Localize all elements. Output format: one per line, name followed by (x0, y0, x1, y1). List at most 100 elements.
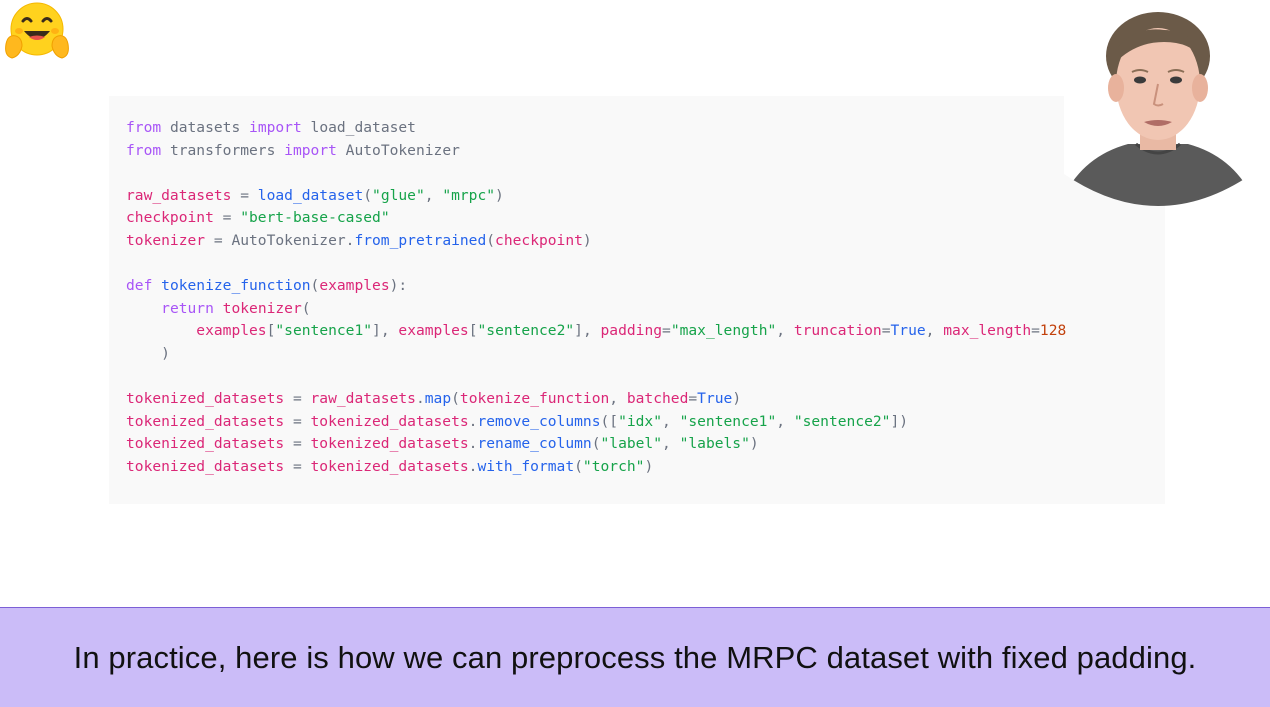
code-token: AutoTokenizer. (231, 231, 355, 249)
code-token: tokenized_datasets (126, 457, 285, 475)
subtitle-bar: In practice, here is how we can preproce… (0, 607, 1270, 707)
code-token: def (126, 277, 153, 295)
code-token: load_dataset (301, 119, 416, 136)
code-token: from (126, 119, 162, 136)
code-token: tokenized_datasets (126, 412, 285, 430)
code-token: ) (749, 435, 759, 453)
code-token: batched (626, 390, 689, 408)
code-token: "sentence1" (275, 322, 373, 340)
code-line: checkpoint = "bert-base-cased" (126, 207, 1066, 230)
code-token: ( (301, 299, 311, 317)
code-token: . (415, 390, 425, 408)
code-token: , (925, 322, 944, 340)
code-block: from datasets import load_dataset from tr… (126, 117, 1066, 479)
code-token: transformers (161, 141, 285, 159)
code-line: from datasets import load_dataset (126, 117, 1066, 140)
code-token: tokenizer (126, 231, 206, 249)
code-token: "mrpc" (442, 186, 496, 204)
code-token: ( (591, 435, 601, 453)
code-token: examples (398, 322, 469, 340)
code-token: "torch" (582, 457, 645, 475)
code-line: raw_datasets = load_dataset("glue", "mrp… (126, 185, 1066, 208)
code-token: ([ (600, 412, 619, 430)
code-line: tokenized_datasets = tokenized_datasets.… (126, 456, 1066, 479)
code-token: tokenized_datasets (126, 435, 285, 453)
code-token: from_pretrained (354, 231, 487, 249)
code-token: True (697, 390, 733, 408)
code-token: return (161, 299, 214, 317)
code-token: "label" (600, 435, 663, 453)
code-token: ( (451, 390, 460, 408)
code-token: ( (310, 277, 320, 295)
code-token: ): (389, 277, 408, 295)
code-token: examples (196, 322, 267, 340)
code-line: tokenized_datasets = raw_datasets.map(to… (126, 388, 1066, 411)
code-token: map (424, 390, 452, 408)
code-token: ]) (890, 412, 909, 430)
code-token: tokenize_function (161, 277, 311, 295)
code-token: , (662, 412, 680, 430)
code-line: return tokenizer( (126, 298, 1066, 321)
code-token: raw_datasets (126, 186, 232, 204)
code-line: tokenized_datasets = tokenized_datasets.… (126, 411, 1066, 434)
code-token: import (284, 141, 337, 159)
code-token: ) (495, 186, 504, 204)
code-token: load_dataset (257, 186, 364, 204)
code-token: = (213, 209, 241, 227)
code-token: datasets (161, 119, 250, 136)
code-token: = (662, 322, 671, 340)
code-line: def tokenize_function(examples): (126, 275, 1066, 298)
code-token: ) (644, 457, 654, 475)
video-frame: from datasets import load_dataset from tr… (0, 0, 1270, 707)
code-token: , (424, 186, 443, 204)
code-token: = (231, 186, 258, 204)
code-token: truncation (793, 322, 882, 340)
code-token: "bert-base-cased" (240, 209, 390, 227)
code-token: AutoTokenizer (336, 141, 460, 159)
code-token: raw_datasets (310, 390, 416, 408)
code-line: tokenizer = AutoTokenizer.from_pretraine… (126, 230, 1066, 253)
code-token: tokenizer (222, 299, 302, 317)
code-token: padding (600, 322, 663, 340)
code-line: from transformers import AutoTokenizer (126, 140, 1066, 163)
code-token: , (776, 322, 794, 340)
code-line: ) (126, 343, 1066, 366)
code-token: import (249, 119, 302, 136)
code-token: , (662, 435, 680, 453)
subtitle-text: In practice, here is how we can preproce… (73, 639, 1197, 675)
code-token: , (776, 412, 794, 430)
code-token: from (126, 141, 162, 159)
code-token: = (284, 390, 311, 408)
code-token: "labels" (679, 435, 750, 453)
code-token: max_length (943, 322, 1032, 340)
code-token: with_format (477, 457, 575, 475)
code-token: checkpoint (495, 231, 583, 249)
code-token: "sentence2" (793, 412, 891, 430)
code-token: = (205, 231, 232, 249)
code-token: tokenized_datasets (310, 435, 469, 453)
code-token: = (284, 412, 311, 430)
code-token: ) (126, 344, 170, 362)
code-line: tokenized_datasets = tokenized_datasets.… (126, 433, 1066, 456)
code-token: True (890, 322, 926, 340)
code-token: "glue" (372, 186, 425, 204)
code-token: ) (732, 390, 742, 408)
code-token: tokenized_datasets (310, 412, 469, 430)
code-token: ) (582, 231, 592, 249)
code-token: rename_column (477, 435, 592, 453)
code-token: "sentence1" (679, 412, 777, 430)
hugging-face-icon (5, 2, 69, 59)
code-token: = (881, 322, 891, 340)
code-token: tokenized_datasets (126, 390, 285, 408)
code-token: "sentence2" (477, 322, 575, 340)
code-token: remove_columns (477, 412, 601, 430)
code-token: ( (486, 231, 496, 249)
code-token: tokenized_datasets (310, 457, 469, 475)
presenter-webcam (1064, 6, 1252, 206)
